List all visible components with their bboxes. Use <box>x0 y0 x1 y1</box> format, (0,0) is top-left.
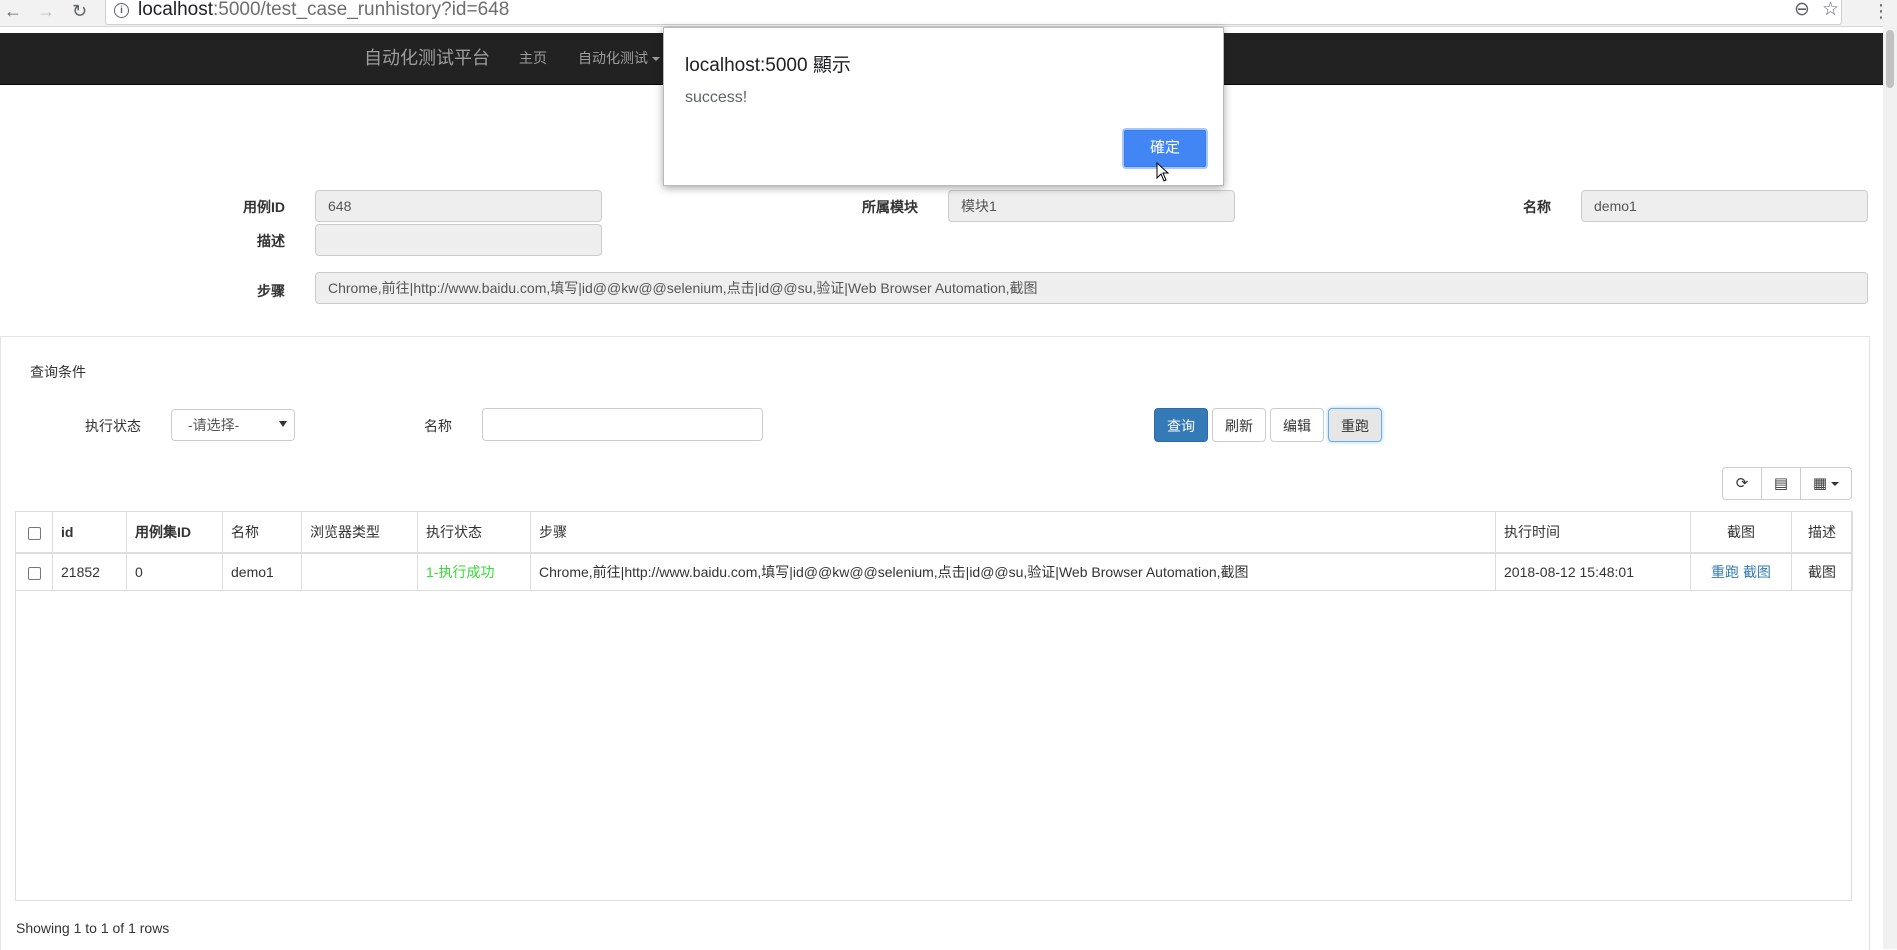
name-field[interactable]: demo1 <box>1581 190 1868 222</box>
column-header-steps[interactable]: 步骤 <box>530 511 1496 554</box>
mouse-cursor-icon <box>1156 162 1170 182</box>
steps-label: 步骤 <box>257 283 285 299</box>
column-header-name[interactable]: 名称 <box>222 511 302 554</box>
module-label: 所属模块 <box>862 199 918 215</box>
search-button[interactable]: 查询 <box>1154 408 1208 442</box>
pagination-info: Showing 1 to 1 of 1 rows <box>16 920 170 936</box>
cell-time: 2018-08-12 15:48:01 <box>1495 552 1691 591</box>
column-header-time[interactable]: 执行时间 <box>1495 511 1691 554</box>
query-panel-title: 查询条件 <box>30 364 86 380</box>
steps-field[interactable]: Chrome,前往|http://www.baidu.com,填写|id@@kw… <box>315 272 1868 304</box>
reload-icon[interactable]: ↻ <box>72 1 87 21</box>
table-refresh-icon[interactable]: ⟳ <box>1722 467 1762 500</box>
url-text[interactable]: localhost:5000/test_case_runhistory?id=6… <box>138 0 509 20</box>
name-label: 名称 <box>1523 199 1551 215</box>
columns-icon[interactable]: ▦ <box>1800 467 1852 500</box>
cell-browser <box>301 552 418 591</box>
cell-desc: 截图 <box>1791 552 1853 591</box>
column-header-desc[interactable]: 描述 <box>1791 511 1853 554</box>
cell-suite-id: 0 <box>126 552 223 591</box>
case-id-field[interactable]: 648 <box>315 190 602 222</box>
alert-dialog: localhost:5000 顯示 success! 確定 <box>663 27 1224 186</box>
caret-down-icon <box>652 57 660 62</box>
table-row[interactable]: 21852 0 demo1 1-执行成功 Chrome,前往|http://ww… <box>15 552 1853 591</box>
column-header-id[interactable]: id <box>52 511 127 554</box>
column-header-browser[interactable]: 浏览器类型 <box>301 511 418 554</box>
dialog-message: success! <box>685 89 748 106</box>
dropdown-arrow-icon <box>279 421 287 427</box>
cell-steps: Chrome,前往|http://www.baidu.com,填写|id@@kw… <box>530 552 1496 591</box>
page-scrollbar[interactable] <box>1883 26 1897 949</box>
table-header-row: id 用例集ID 名称 浏览器类型 执行状态 步骤 执行时间 截图 描述 <box>15 511 1853 554</box>
toggle-view-icon[interactable]: ▤ <box>1761 467 1801 500</box>
nav-item-home[interactable]: 主页 <box>519 33 547 83</box>
navbar-brand[interactable]: 自动化测试平台 <box>364 33 490 83</box>
run-history-table: id 用例集ID 名称 浏览器类型 执行状态 步骤 执行时间 截图 描述 218… <box>15 511 1853 591</box>
desc-field[interactable] <box>315 224 602 256</box>
status-filter-label: 执行状态 <box>85 418 141 434</box>
column-header-suite-id[interactable]: 用例集ID <box>126 511 223 554</box>
row-rerun-link[interactable]: 重跑 <box>1711 564 1739 580</box>
name-filter-input[interactable] <box>482 408 763 441</box>
zoom-icon[interactable]: ⊖ <box>1794 0 1810 20</box>
refresh-button[interactable]: 刷新 <box>1212 408 1266 442</box>
caret-down-icon <box>1831 482 1840 487</box>
cell-id: 21852 <box>52 552 127 591</box>
menu-icon[interactable]: ⋮ <box>1872 1 1890 21</box>
cell-actions: 重跑 截图 <box>1690 552 1792 591</box>
star-icon[interactable]: ☆ <box>1822 0 1839 20</box>
scrollbar-thumb[interactable] <box>1886 30 1894 88</box>
row-screenshot-link[interactable]: 截图 <box>1743 564 1771 580</box>
dialog-title: localhost:5000 顯示 <box>685 55 851 76</box>
select-all-checkbox[interactable] <box>15 511 53 554</box>
column-header-status[interactable]: 执行状态 <box>417 511 531 554</box>
back-icon[interactable]: ← <box>4 1 22 21</box>
nav-item-automation[interactable]: 自动化测试 <box>578 33 660 83</box>
desc-label: 描述 <box>257 233 285 249</box>
rerun-button[interactable]: 重跑 <box>1328 408 1382 442</box>
info-icon[interactable]: i <box>114 3 129 18</box>
name-filter-label: 名称 <box>424 418 452 434</box>
cell-name: demo1 <box>222 552 302 591</box>
forward-icon[interactable]: → <box>37 1 55 21</box>
status-select[interactable]: -请选择- <box>171 409 295 441</box>
address-bar[interactable]: i localhost:5000/test_case_runhistory?id… <box>105 0 1842 25</box>
case-id-label: 用例ID <box>243 199 285 215</box>
browser-toolbar: ← → ↻ i localhost:5000/test_case_runhist… <box>0 0 1897 27</box>
module-field[interactable]: 模块1 <box>948 190 1235 222</box>
cell-status: 1-执行成功 <box>417 552 531 591</box>
edit-button[interactable]: 编辑 <box>1270 408 1324 442</box>
row-checkbox[interactable] <box>15 552 53 591</box>
column-header-screenshot[interactable]: 截图 <box>1690 511 1792 554</box>
